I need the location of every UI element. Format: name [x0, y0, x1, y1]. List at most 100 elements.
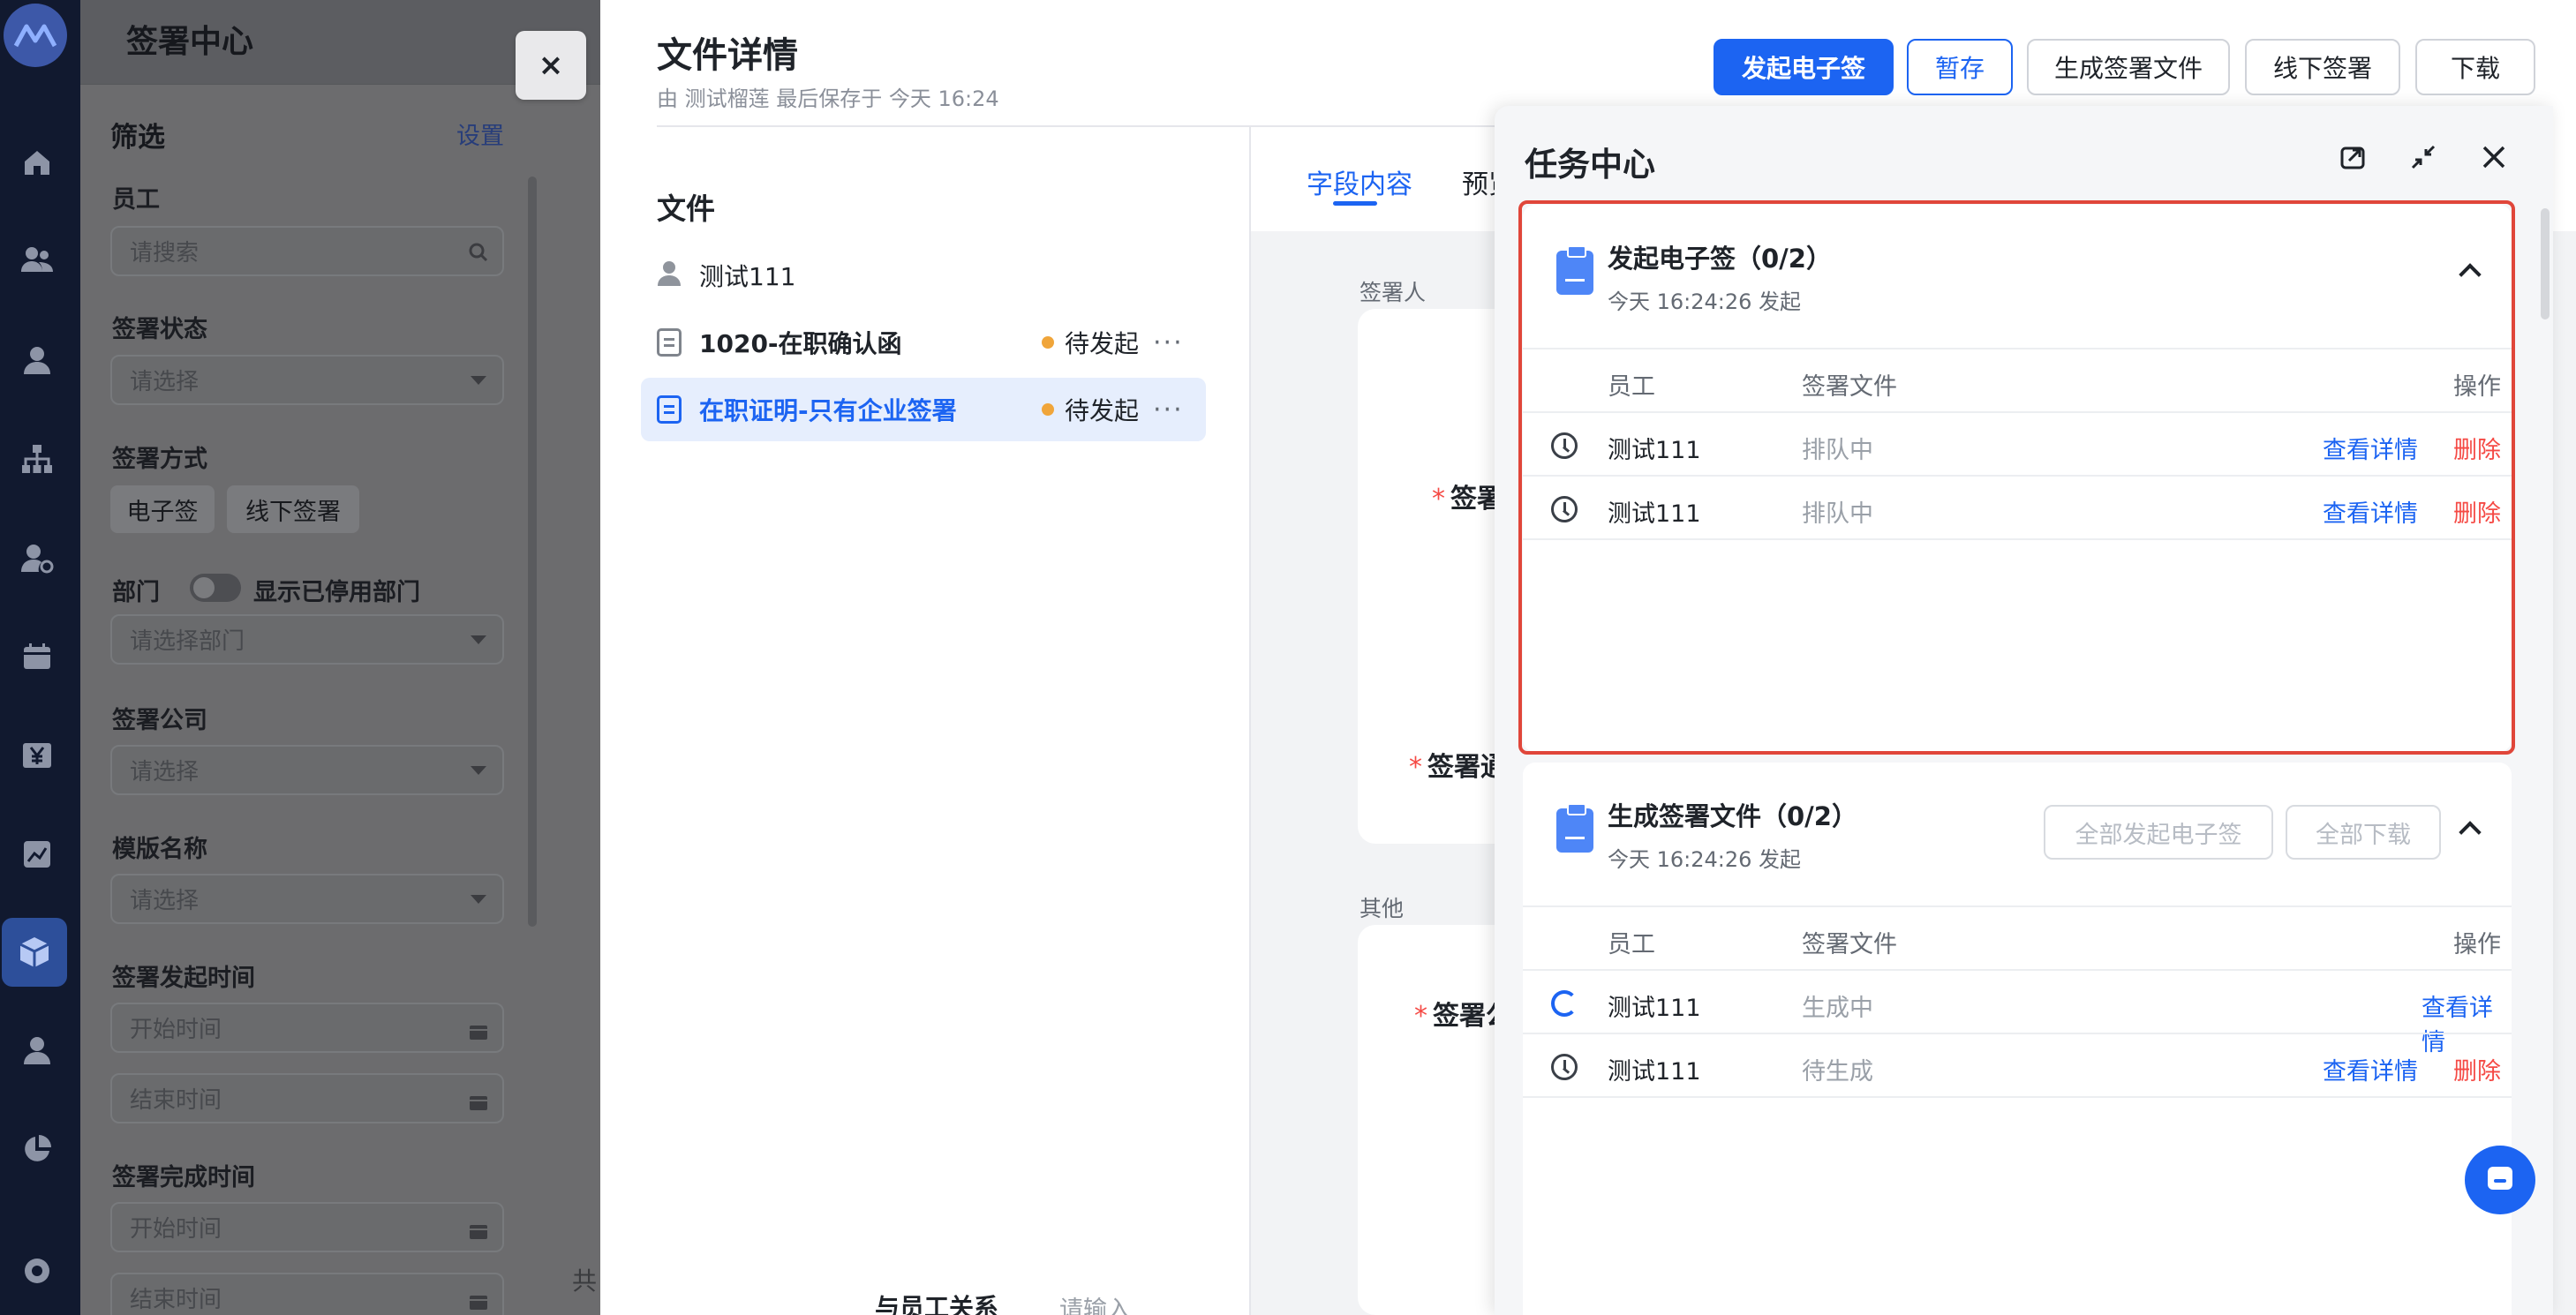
- company-placeholder: 请选择: [130, 759, 200, 785]
- task-center-title: 任务中心: [1525, 146, 1655, 184]
- required-mark: *: [1409, 752, 1422, 783]
- company-select[interactable]: 请选择: [110, 745, 504, 795]
- complete-from-placeholder: 开始时间: [130, 1216, 222, 1243]
- generate-file-button[interactable]: 生成签署文件: [2027, 39, 2230, 95]
- relation-field-input[interactable]: 请输入: [1059, 1290, 1131, 1315]
- status-select[interactable]: 请选择: [110, 355, 504, 405]
- col-employee: 员工: [1608, 931, 1655, 958]
- highlight-box: [1518, 200, 2515, 755]
- required-mark: *: [1414, 1001, 1427, 1032]
- method-option-esign[interactable]: 电子签: [110, 485, 215, 533]
- active-tab-underline: [1333, 201, 1377, 206]
- row-employee: 测试111: [1608, 1058, 1701, 1086]
- user-settings-icon[interactable]: [19, 540, 55, 575]
- files-heading: 文件: [657, 192, 715, 226]
- sign-center-icon[interactable]: [2, 918, 67, 987]
- close-icon: ×: [538, 48, 564, 83]
- dept-placeholder: 请选择部门: [130, 628, 245, 655]
- search-icon: [469, 242, 488, 268]
- task-header[interactable]: 生成签署文件（0/2） 今天 16:24:26 发起 全部发起电子签 全部下载: [1523, 763, 2512, 904]
- start-esign-button[interactable]: 发起电子签: [1714, 39, 1894, 95]
- pie-chart-icon[interactable]: [19, 1131, 55, 1167]
- chevron-down-icon: [471, 635, 486, 644]
- status-dot: [1042, 336, 1054, 349]
- batch-esign-button[interactable]: 全部发起电子签: [2044, 805, 2273, 860]
- payroll-icon[interactable]: [19, 738, 55, 773]
- tab-field-content[interactable]: 字段内容: [1307, 162, 1412, 201]
- task-title: 生成签署文件（0/2）: [1608, 801, 1857, 831]
- more-icon[interactable]: ···: [1153, 394, 1184, 425]
- status-dot: [1042, 403, 1054, 416]
- download-button[interactable]: 下载: [2415, 39, 2535, 95]
- delete-link[interactable]: 删除: [2453, 1052, 2501, 1086]
- template-select[interactable]: 请选择: [110, 874, 504, 924]
- section-other-label: 其他: [1360, 896, 1405, 921]
- person-row[interactable]: 测试111: [641, 244, 1206, 307]
- settings-icon[interactable]: [19, 1253, 55, 1289]
- file-row-selected[interactable]: 在职证明-只有企业签署 待发起 ···: [641, 378, 1206, 441]
- chevron-down-icon: [471, 895, 486, 904]
- calendar-icon[interactable]: [19, 639, 55, 674]
- save-draft-button[interactable]: 暂存: [1907, 39, 2013, 95]
- employee-label: 员工: [112, 186, 160, 214]
- org-chart-icon[interactable]: [19, 441, 55, 477]
- team-icon[interactable]: [19, 242, 55, 277]
- dept-select[interactable]: 请选择部门: [110, 614, 504, 665]
- method-option-offline[interactable]: 线下签署: [227, 485, 359, 533]
- sidebar-scrollbar[interactable]: [528, 177, 537, 927]
- employee-search-placeholder: 请搜索: [130, 240, 200, 267]
- drawer-title: 文件详情: [657, 35, 798, 76]
- file-status: 待发起: [1042, 325, 1139, 360]
- close-icon[interactable]: [2478, 141, 2510, 173]
- file-status-text: 待发起: [1065, 329, 1140, 358]
- chevron-down-icon: [471, 766, 486, 775]
- list-total-text: 共: [572, 1266, 598, 1296]
- divider: [1523, 969, 2512, 971]
- start-to-placeholder: 结束时间: [130, 1087, 222, 1114]
- task-subtitle: 今天 16:24:26 发起: [1608, 847, 1802, 872]
- relation-field-label: 与员工关系: [875, 1293, 999, 1315]
- start-time-from-input[interactable]: 开始时间: [110, 1003, 504, 1053]
- document-icon: [657, 395, 682, 424]
- complete-time-label: 签署完成时间: [112, 1164, 255, 1191]
- complete-time-to-input[interactable]: 结束时间: [110, 1273, 504, 1315]
- task-panel-scrollbar[interactable]: [2541, 208, 2550, 319]
- employee-search-input[interactable]: 请搜索: [110, 226, 504, 276]
- settings-link[interactable]: 设置: [456, 116, 504, 151]
- offline-sign-button[interactable]: 线下签署: [2245, 39, 2400, 95]
- more-icon[interactable]: ···: [1153, 327, 1184, 358]
- employee-icon[interactable]: [19, 1033, 55, 1068]
- status-placeholder: 请选择: [130, 369, 200, 395]
- start-time-to-input[interactable]: 结束时间: [110, 1073, 504, 1123]
- home-icon[interactable]: [19, 145, 55, 180]
- show-disabled-dept-toggle[interactable]: [190, 574, 241, 602]
- chevron-up-icon[interactable]: [2459, 821, 2482, 844]
- minimize-icon[interactable]: [2407, 141, 2439, 173]
- calendar-icon: [469, 1290, 488, 1315]
- chevron-down-icon: [471, 376, 486, 385]
- required-mark: *: [1432, 484, 1445, 515]
- drawer-subtitle: 由 测试榴莲 最后保存于 今天 16:24: [657, 86, 999, 111]
- calendar-icon: [469, 1020, 488, 1047]
- start-from-placeholder: 开始时间: [130, 1017, 222, 1043]
- row-employee: 测试111: [1608, 995, 1701, 1022]
- chat-support-button[interactable]: [2465, 1146, 2535, 1214]
- page-title: 签署中心: [126, 24, 254, 60]
- view-detail-link[interactable]: 查看详情: [2422, 988, 2512, 1057]
- person-icon[interactable]: [19, 342, 55, 378]
- row-status: 待生成: [1802, 1058, 1873, 1086]
- clipboard-icon: [1556, 803, 1593, 853]
- filter-sidebar: 签署中心 筛选 设置 员工 请搜索 签署状态 请选择 签署方式 电子签 线下签署…: [80, 0, 600, 1315]
- view-detail-link[interactable]: 查看详情: [2323, 1052, 2418, 1086]
- file-row[interactable]: 1020-在职确认函 待发起 ···: [641, 311, 1206, 374]
- clock-icon: [1551, 1054, 1578, 1080]
- report-icon[interactable]: [19, 837, 55, 872]
- batch-download-button[interactable]: 全部下载: [2286, 805, 2441, 860]
- complete-time-from-input[interactable]: 开始时间: [110, 1202, 504, 1252]
- close-drawer-button[interactable]: ×: [516, 31, 586, 100]
- field-label-sign-b: * 签署通: [1409, 745, 1507, 784]
- share-icon[interactable]: [2337, 141, 2369, 173]
- file-name: 在职证明-只有企业签署: [699, 396, 957, 425]
- app-logo[interactable]: [4, 4, 67, 67]
- status-label: 签署状态: [112, 316, 207, 343]
